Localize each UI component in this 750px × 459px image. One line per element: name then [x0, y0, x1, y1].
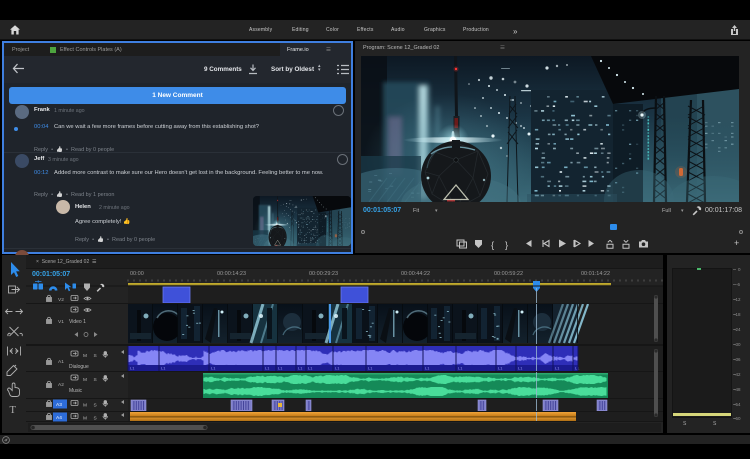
- svg-text:Music: Music: [69, 388, 83, 394]
- svg-text:L1: L1: [368, 366, 373, 371]
- svg-text:L1: L1: [555, 366, 560, 371]
- svg-text:L1: L1: [278, 366, 283, 371]
- svg-text:A2: A2: [58, 382, 64, 388]
- svg-text:S: S: [94, 403, 97, 409]
- svg-text:S: S: [94, 353, 97, 359]
- svg-text:}: }: [505, 240, 508, 251]
- svg-text:L1: L1: [308, 366, 313, 371]
- svg-text:00:00:29:23: 00:00:29:23: [309, 271, 338, 277]
- svg-text:L1: L1: [458, 366, 463, 371]
- svg-text:00:00: 00:00: [130, 271, 144, 277]
- svg-text:T: T: [10, 405, 17, 416]
- svg-text:L1: L1: [335, 366, 340, 371]
- svg-text:L1: L1: [298, 366, 303, 371]
- svg-text:L1: L1: [211, 366, 216, 371]
- svg-text:Dialogue: Dialogue: [69, 364, 89, 370]
- svg-text:L1: L1: [130, 366, 135, 371]
- svg-text:00:00:14:23: 00:00:14:23: [217, 271, 246, 277]
- svg-text:Video 1: Video 1: [69, 319, 86, 325]
- svg-text:S: S: [94, 377, 97, 383]
- svg-text:M: M: [83, 403, 87, 409]
- svg-text:00:01:14:22: 00:01:14:22: [581, 271, 610, 277]
- svg-text:L1: L1: [425, 366, 430, 371]
- svg-text:L1: L1: [265, 366, 270, 371]
- svg-text:00:00:44:22: 00:00:44:22: [401, 271, 430, 277]
- svg-text:M: M: [83, 416, 87, 422]
- svg-text:V1: V1: [58, 319, 64, 325]
- svg-text:-6: -6: [736, 282, 740, 287]
- svg-text:V2: V2: [58, 297, 64, 303]
- svg-text:L1: L1: [498, 366, 503, 371]
- svg-text:00:00:59:22: 00:00:59:22: [494, 271, 523, 277]
- svg-text:A1: A1: [58, 359, 64, 365]
- svg-text:M: M: [83, 353, 87, 359]
- svg-text:M: M: [83, 377, 87, 383]
- svg-text:A3: A3: [56, 402, 62, 408]
- svg-text:L1: L1: [161, 366, 166, 371]
- svg-text:{: {: [491, 240, 494, 251]
- svg-text:L1: L1: [518, 366, 523, 371]
- svg-text:0: 0: [738, 267, 741, 272]
- svg-text:S: S: [94, 416, 97, 422]
- svg-text:A4: A4: [56, 415, 62, 421]
